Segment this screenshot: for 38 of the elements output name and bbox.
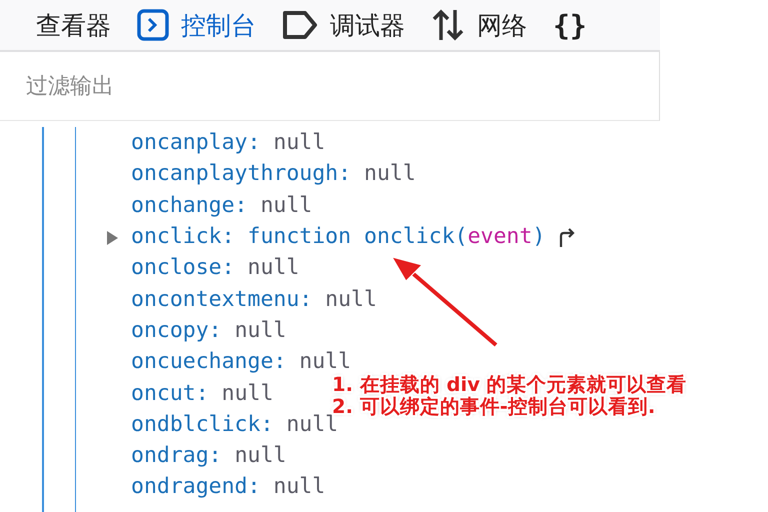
console-icon <box>137 9 169 41</box>
function-param: event <box>468 224 532 250</box>
property-value: null <box>364 161 416 186</box>
property-value: null <box>234 318 286 343</box>
devtools-tab[interactable]: {} <box>553 8 587 42</box>
devtools-tab[interactable]: 调试器 <box>282 8 405 42</box>
filter-field[interactable]: 过滤输出 <box>24 72 428 100</box>
property-name: oncopy: <box>131 318 222 343</box>
property-name: oncut: <box>131 380 209 406</box>
expand-triangle-icon[interactable] <box>106 230 118 245</box>
property-value: null <box>273 474 326 500</box>
property-name: ondrag: <box>131 443 222 468</box>
annotation-text: 1. 在挂载的 div 的某个元素就可以查看 <box>332 374 687 396</box>
property-value: null <box>273 130 326 156</box>
property-name: oncanplaythrough: <box>131 161 352 186</box>
property-value: null <box>234 443 286 468</box>
property-name: oncuechange: <box>131 349 286 374</box>
close-paren: ) <box>532 224 546 250</box>
property-name: oncontextmenu: <box>131 286 312 312</box>
property-name: ondragend: <box>131 474 260 500</box>
tag-icon <box>282 10 318 40</box>
property-name: onclick: <box>131 224 235 250</box>
property-value: null <box>260 192 312 218</box>
devtools-tab[interactable]: 网络 <box>431 8 527 42</box>
property-name: onchange: <box>131 192 248 218</box>
property-name: ondblclick: <box>131 412 274 437</box>
property-value: null <box>325 286 377 312</box>
function-name: onclick( <box>364 224 468 250</box>
jump-arrow-icon[interactable] <box>558 226 576 247</box>
property-name: oncanplay: <box>131 130 260 156</box>
property-name: onclose: <box>131 255 235 280</box>
up-down-arrows-icon <box>431 8 465 42</box>
property-value: null <box>248 255 300 280</box>
property-value: null <box>299 349 352 374</box>
devtools-tab[interactable]: 查看器 <box>36 8 111 42</box>
property-value: null <box>222 380 274 406</box>
function-keyword: function <box>248 224 352 250</box>
devtools-tab[interactable]: 控制台 <box>137 8 256 42</box>
